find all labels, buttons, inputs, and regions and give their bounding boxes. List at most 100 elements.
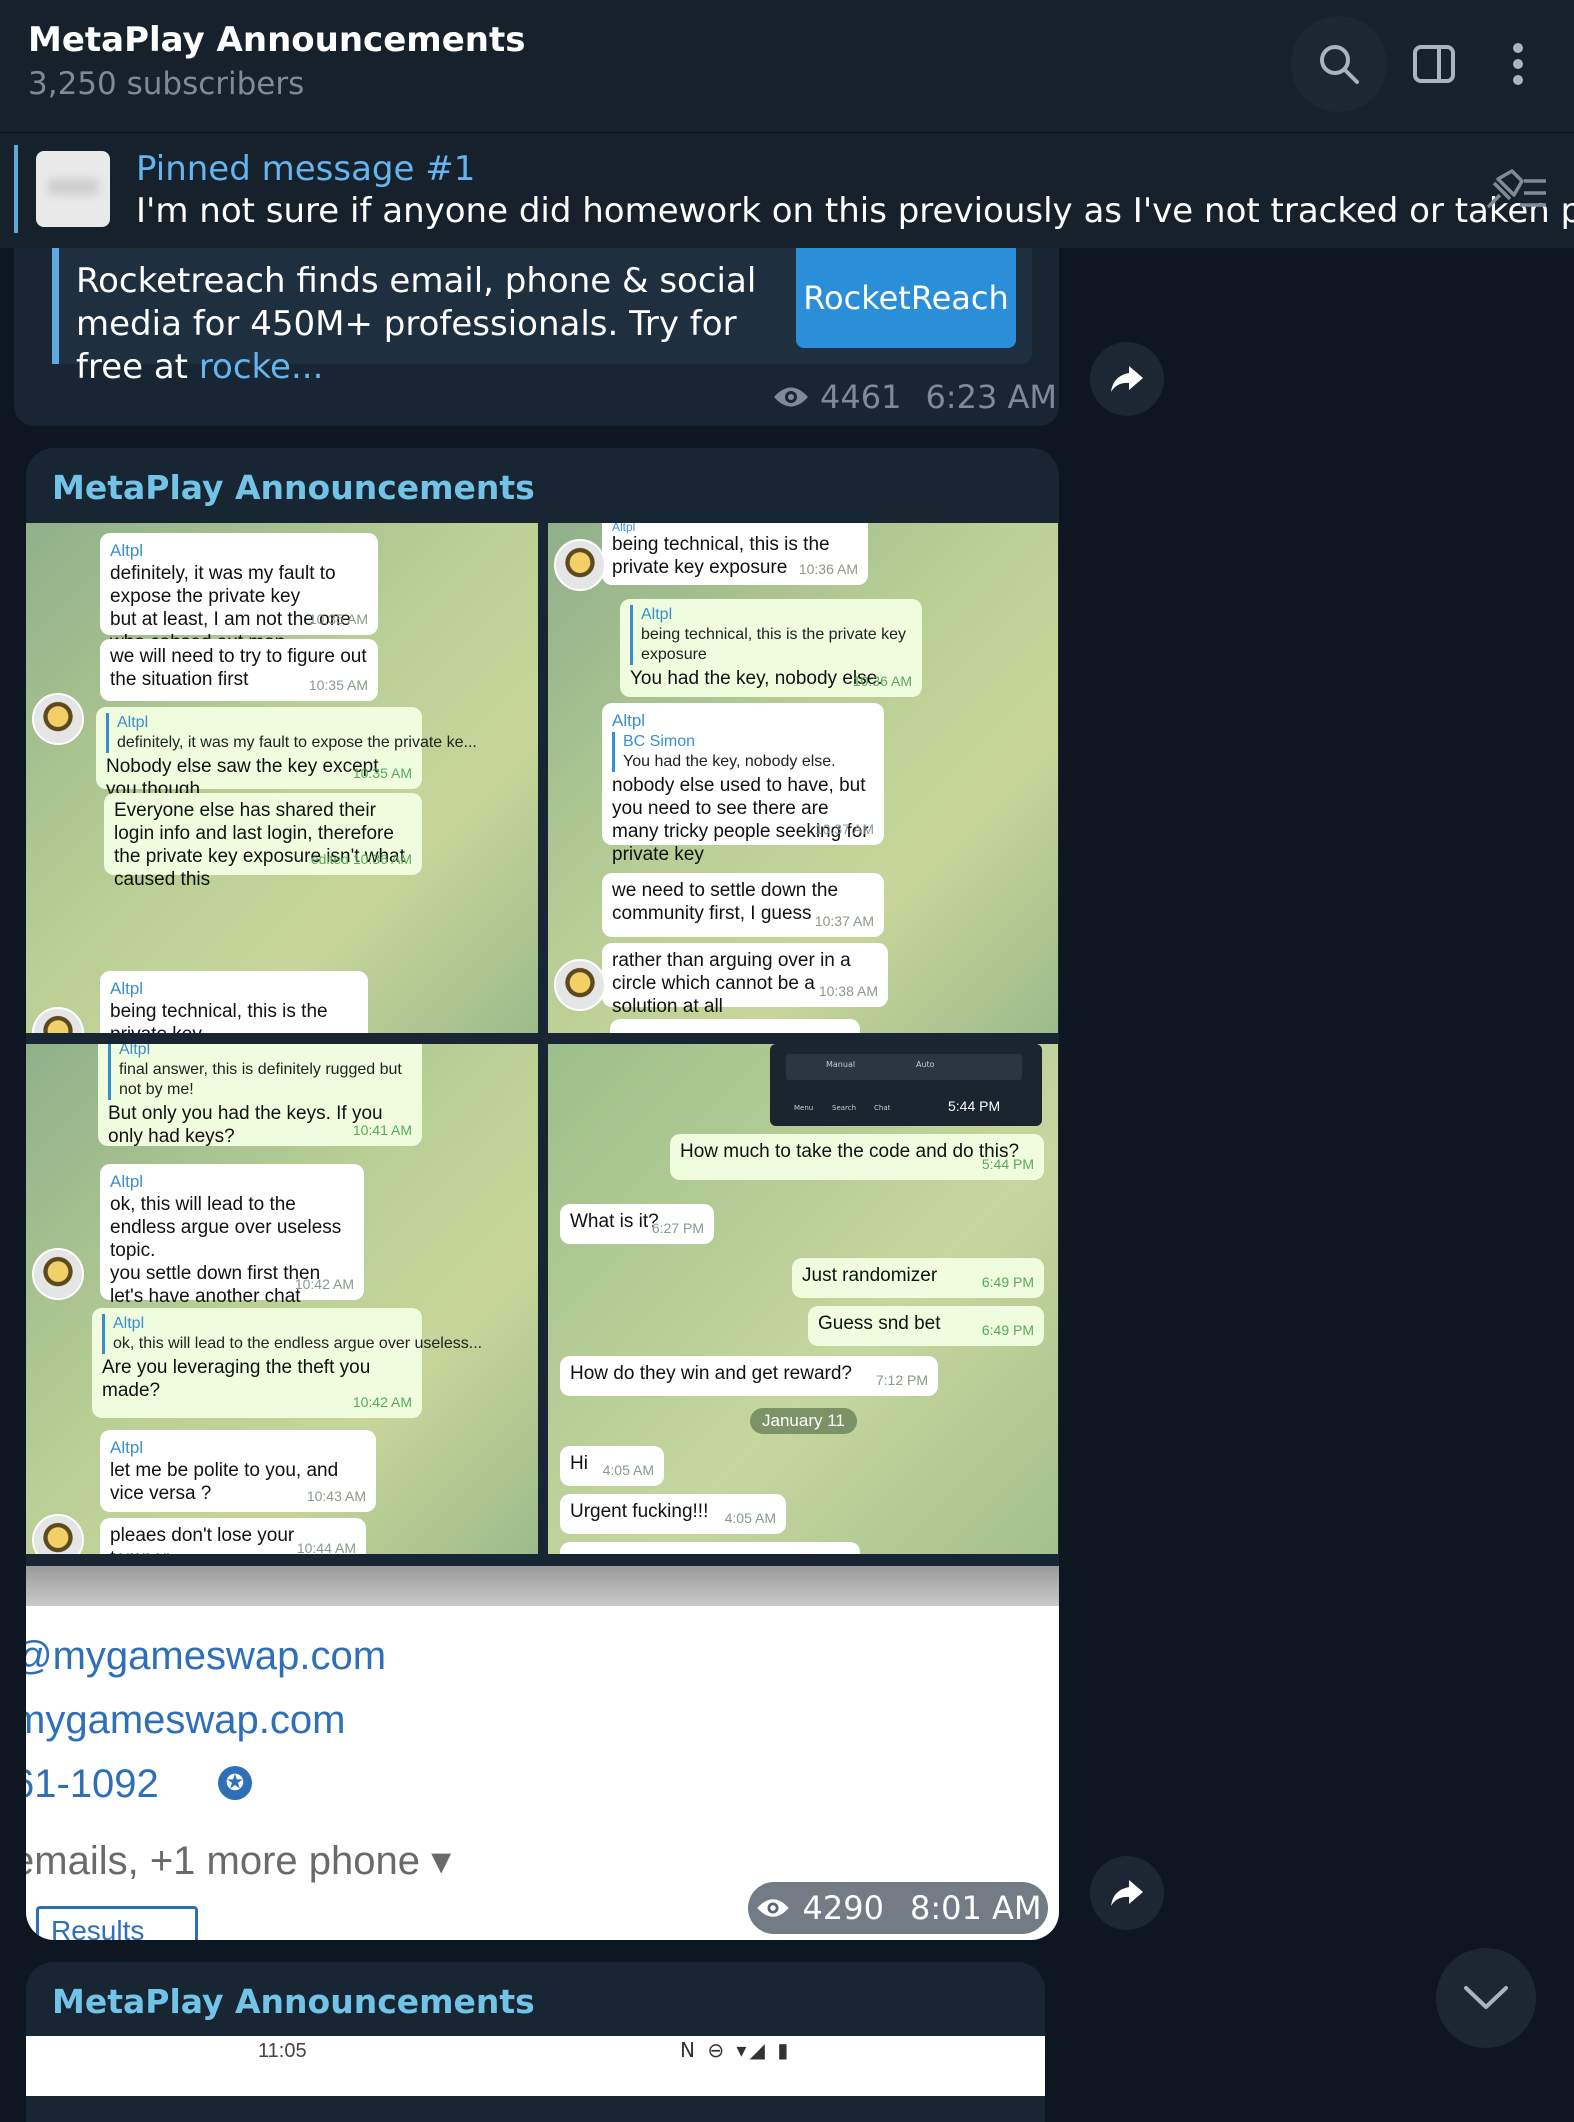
pinned-thumbnail — [36, 151, 110, 227]
sidebar-toggle-button[interactable] — [1386, 16, 1482, 112]
message-time: 10:36 AM — [798, 561, 858, 577]
email-line: @mygameswap.com — [26, 1634, 387, 1678]
forward-arrow-icon — [1111, 366, 1143, 392]
message-text: What is it? — [570, 1211, 659, 1232]
chat-message: Altpl definitely, it was my fault to expo… — [96, 707, 477, 800]
message-time: 10:35 AM — [308, 611, 368, 627]
avatar — [32, 693, 84, 745]
mini-time: 5:44 PM — [948, 1098, 1001, 1114]
chat-message: pleaes don't lose your temper 10:44 AM — [100, 1518, 366, 1554]
results-button: Results — [36, 1906, 198, 1940]
reply-quote: Altpl definitely, it was my fault to expo… — [106, 713, 477, 753]
scroll-down-button[interactable] — [1436, 1948, 1536, 2048]
message-text: How do they win and get reward? — [570, 1363, 852, 1384]
sender-name[interactable]: MetaPlay Announcements — [52, 1982, 535, 2021]
chat-message: Altpl ok, this will lead to the endless … — [100, 1164, 364, 1330]
quote-sender: Altpl — [119, 1044, 151, 1058]
quote-sender: Altpl — [117, 714, 149, 731]
verified-badge-icon: ✪ — [218, 1766, 252, 1800]
message-time: 4:05 AM — [724, 1510, 776, 1526]
more-vertical-icon — [1513, 43, 1523, 85]
channel-title[interactable]: MetaPlay Announcements — [28, 20, 525, 60]
quote-text: being technical, this is the private key… — [641, 626, 907, 663]
message-text: Urgent fucking!!! — [570, 1501, 709, 1522]
message-time: 10:37 AM — [814, 821, 874, 837]
avatar — [32, 1248, 84, 1300]
chevron-down-icon — [1464, 1986, 1508, 2009]
reply-quote: Altpl being technical, this is the privat… — [630, 605, 912, 665]
quote-text: You had the key, nobody else. — [623, 753, 836, 770]
avatar — [554, 959, 606, 1011]
subscriber-count: 3,250 subscribers — [28, 66, 305, 102]
sidebar-toggle-icon — [1413, 45, 1455, 83]
phone-line: 61-1092 — [26, 1762, 159, 1806]
message-time: 6:27 PM — [651, 1220, 704, 1236]
message-text: Hi — [570, 1453, 588, 1474]
forward-button[interactable] — [1090, 1856, 1164, 1930]
reply-quote: Altpl ok, this will lead to the endless a… — [102, 1314, 482, 1354]
chat-message: Altpl being technical, this is the privat… — [620, 599, 922, 697]
pin-list-icon[interactable] — [1482, 167, 1548, 211]
chat-message: Altpl BC Simon You had the key, nobody el… — [602, 703, 884, 865]
message-time: 8:01 AM — [909, 1889, 1042, 1927]
chat-message: How much to take the code and do this? 5… — [670, 1134, 1044, 1180]
link-url[interactable]: rocke... — [199, 347, 324, 387]
forward-arrow-icon — [1111, 1880, 1143, 1906]
message-text: let me be polite to you, and vice versa … — [110, 1460, 339, 1504]
embedded-screenshot: Manual Auto Menu Search Chat 5:44 PM — [770, 1044, 1042, 1126]
mini-nav-item: Chat — [874, 1104, 891, 1112]
message-text: Everyone else has shared their login inf… — [114, 800, 405, 890]
screenshot-image[interactable]: Manual Auto Menu Search Chat 5:44 PM How… — [548, 1044, 1058, 1554]
mini-nav-item: Search — [832, 1104, 857, 1112]
message-time: edited 10:36 AM — [310, 851, 412, 867]
quote-text: definitely, it was my fault to expose th… — [117, 734, 477, 751]
phone-status-time: 11:05 — [258, 2040, 307, 2062]
reply-quote: Altpl final answer, this is definitely ru… — [108, 1044, 412, 1100]
link-preview-description: Rocketreach finds email, phone & social … — [76, 260, 796, 389]
screenshot-image[interactable]: Altpl being technical, this is the priva… — [548, 523, 1058, 1033]
forward-button[interactable] — [1090, 342, 1164, 416]
date-separator: January 11 — [750, 1408, 857, 1434]
message-time: 10:35 AM — [308, 677, 368, 693]
search-button[interactable] — [1291, 16, 1387, 112]
message-time: 6:23 AM — [925, 378, 1057, 416]
screenshot-image[interactable]: Altpl definitely, it was my fault to exp… — [26, 523, 538, 1033]
link-desc-text: Rocketreach finds email, phone & social … — [76, 261, 757, 387]
message-time: 5:44 PM — [981, 1156, 1034, 1172]
screenshot-image[interactable] — [26, 2036, 1045, 2096]
message-text: we need to settle down the community fir… — [612, 880, 839, 924]
chat-message: Everyone else has shared their login inf… — [104, 793, 422, 890]
message-text: being technical, this is the private key… — [612, 534, 830, 578]
rocketreach-logo-text: RocketReach — [803, 279, 1009, 317]
chat-message: Altpl ok, this will lead to the endless a… — [92, 1308, 482, 1418]
avatar — [32, 1514, 84, 1554]
message-text: being technical, this is the private key — [110, 1001, 328, 1033]
pinned-text: I'm not sure if anyone did homework on t… — [136, 191, 1574, 231]
chat-message: Altpl being technical, this is the priva… — [602, 523, 868, 585]
link-preview-image[interactable]: RocketReach — [796, 248, 1016, 348]
message-time: 10:43 AM — [306, 1488, 366, 1504]
chat-message: we will need to try to figure out the si… — [100, 639, 378, 701]
email-line: mygameswap.com — [26, 1698, 346, 1742]
message-time: 6:49 PM — [981, 1274, 1034, 1290]
message-time: 10:37 AM — [814, 913, 874, 929]
message-meta: 4461 6:23 AM — [772, 378, 1057, 416]
message-sender: Altpl — [110, 1172, 144, 1191]
more-contacts-line: emails, +1 more phone ▾ — [26, 1839, 452, 1883]
more-button[interactable] — [1470, 16, 1566, 112]
message-time: 10:36 AM — [852, 673, 912, 689]
sender-name[interactable]: MetaPlay Announcements — [52, 468, 535, 507]
search-icon — [1320, 45, 1359, 84]
pinned-title: Pinned message #1 — [136, 149, 476, 189]
message-time: 10:35 AM — [352, 765, 412, 781]
chat-message — [610, 1019, 860, 1033]
avatar — [554, 539, 606, 591]
reply-quote: BC Simon You had the key, nobody else. — [612, 732, 874, 772]
screenshot-image[interactable]: Altpl final answer, this is definitely ru… — [26, 1044, 538, 1554]
message-sender: Altpl — [612, 711, 646, 730]
pinned-message-bar[interactable]: Pinned message #1 I'm not sure if anyone… — [0, 132, 1574, 248]
message-sender: Altpl — [110, 541, 144, 560]
message-text: But only you had the keys. If you only h… — [108, 1103, 383, 1147]
chat-message: Guess snd bet 6:49 PM — [808, 1306, 1044, 1346]
chat-message: Altpl definitely, it was my fault to exp… — [100, 533, 378, 653]
